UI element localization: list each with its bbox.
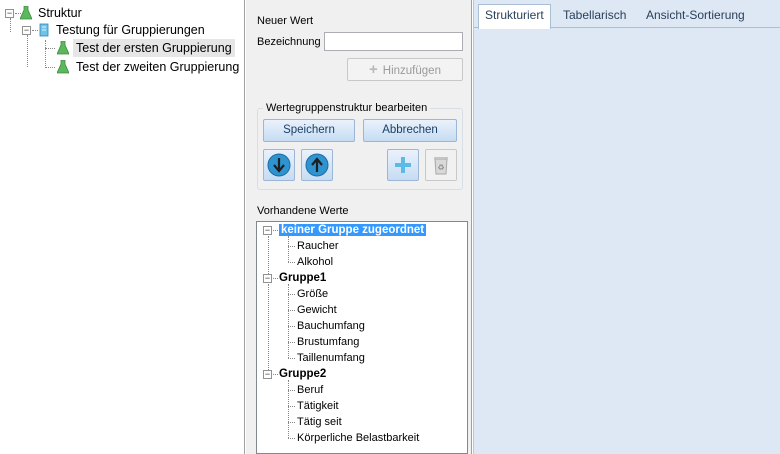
tree-node-root[interactable]: Struktur [38, 4, 82, 22]
view-tabstrip: Strukturiert Tabellarisch Ansicht-Sortie… [474, 0, 780, 29]
value-item[interactable]: Größe [297, 286, 328, 302]
plus-icon [395, 157, 411, 173]
view-content-area [474, 29, 780, 454]
existing-values-label: Vorhandene Werte [257, 205, 349, 217]
delete-button[interactable]: ♻ [425, 149, 457, 181]
group-collapse-toggle[interactable]: − [263, 226, 272, 235]
add-button-label: Hinzufügen [382, 65, 441, 77]
group-node-gruppe1[interactable]: Gruppe1 [279, 270, 326, 286]
add-group-button[interactable] [387, 149, 419, 181]
tree-node-label: Test der zweiten Gruppierung [76, 60, 240, 74]
arrow-down-icon [267, 153, 291, 177]
value-item[interactable]: Gewicht [297, 302, 337, 318]
flask-icon [57, 41, 69, 55]
value-item[interactable]: Körperliche Belastbarkeit [297, 430, 419, 446]
flask-icon [57, 60, 69, 74]
value-item[interactable]: Raucher [297, 238, 339, 254]
tree-node-study[interactable]: Testung für Gruppierungen [56, 21, 205, 39]
root-collapse-toggle[interactable]: − [5, 9, 14, 18]
group-structure-title: Wertegruppenstruktur bearbeiten [263, 102, 431, 114]
tab-tabellarisch[interactable]: Tabellarisch [557, 5, 632, 27]
save-button[interactable]: Speichern [263, 119, 355, 142]
group-node-label: keiner Gruppe zugeordnet [279, 224, 427, 236]
value-item[interactable]: Brustumfang [297, 334, 359, 350]
tree-node-label: Testung für Gruppierungen [56, 23, 205, 37]
value-item[interactable]: Tätig seit [297, 414, 342, 430]
name-label: Bezeichnung [257, 36, 321, 48]
plus-icon: + [369, 61, 378, 78]
name-input[interactable] [324, 32, 463, 51]
add-button[interactable]: + Hinzufügen [347, 58, 463, 81]
value-item[interactable]: Bauchumfang [297, 318, 365, 334]
tree-node-label: Test der ersten Gruppierung [76, 41, 232, 55]
value-item[interactable]: Alkohol [297, 254, 333, 270]
group-collapse-toggle[interactable]: − [263, 370, 272, 379]
arrow-up-icon [305, 153, 329, 177]
structure-tree-panel[interactable]: − Struktur − Testung für Gruppierungen T… [0, 0, 245, 454]
new-value-label: Neuer Wert [257, 15, 314, 27]
value-item[interactable]: Tätigkeit [297, 398, 339, 414]
value-group-editor-panel: Neuer Wert Bezeichnung + Hinzufügen Werte… [246, 0, 472, 454]
study-collapse-toggle[interactable]: − [22, 26, 31, 35]
move-up-button[interactable] [301, 149, 333, 181]
tree-node-group-test-2[interactable]: Test der zweiten Gruppierung [76, 58, 239, 76]
group-collapse-toggle[interactable]: − [263, 274, 272, 283]
recycle-bin-icon: ♻ [434, 157, 448, 175]
tree-node-group-test-1[interactable]: Test der ersten Gruppierung [73, 39, 235, 57]
group-node-unassigned[interactable]: keiner Gruppe zugeordnet [279, 222, 427, 238]
view-panel: Strukturiert Tabellarisch Ansicht-Sortie… [473, 0, 780, 454]
existing-values-tree[interactable]: − keiner Gruppe zugeordnet Raucher Alkoh… [256, 221, 468, 454]
move-down-button[interactable] [263, 149, 295, 181]
value-item[interactable]: Taillenumfang [297, 350, 365, 366]
svg-text:♻: ♻ [437, 163, 444, 172]
group-node-gruppe2[interactable]: Gruppe2 [279, 366, 326, 382]
tab-strukturiert[interactable]: Strukturiert [478, 4, 551, 29]
flask-icon [20, 6, 32, 20]
value-item[interactable]: Beruf [297, 382, 323, 398]
tree-node-label: Struktur [38, 6, 82, 20]
cancel-button[interactable]: Abbrechen [363, 119, 457, 142]
document-icon [39, 23, 49, 37]
tab-ansicht-sortierung[interactable]: Ansicht-Sortierung [640, 5, 751, 27]
